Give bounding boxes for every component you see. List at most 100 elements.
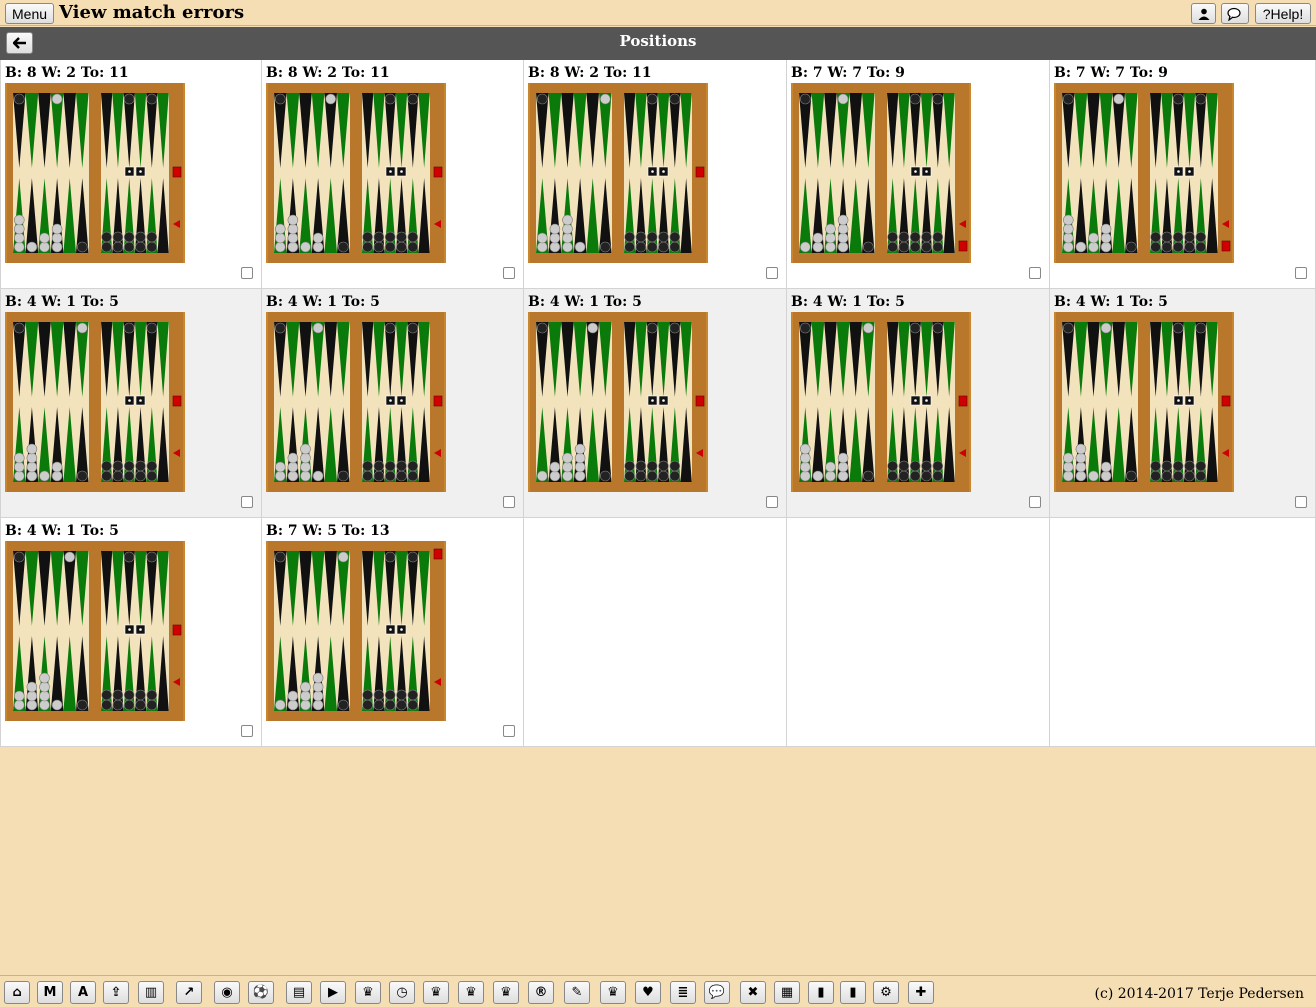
eye-button[interactable]: ◉ (214, 981, 240, 1004)
edit-button[interactable]: ✎ (564, 981, 590, 1004)
position-cell: B: 4 W: 1 To: 5 (0, 289, 262, 518)
trophy-button[interactable]: ♛ (600, 981, 626, 1004)
position-label: B: 4 W: 1 To: 5 (791, 294, 905, 310)
trophy-button[interactable]: ♛ (423, 981, 449, 1004)
position-checkbox[interactable] (503, 496, 515, 508)
position-cell: B: 4 W: 1 To: 5 (262, 289, 524, 518)
position-cell (1050, 518, 1316, 747)
database-icon: ≣ (677, 985, 689, 1000)
chat-button[interactable]: 💬 (704, 981, 730, 1004)
line-chart-icon: ↗ (183, 985, 195, 1000)
position-label: B: 4 W: 1 To: 5 (266, 294, 380, 310)
user-icon (1198, 8, 1209, 20)
upload-icon: ⇪ (110, 985, 122, 1000)
position-cell: B: 8 W: 2 To: 11 (262, 60, 524, 289)
footer-toolbar: ⌂ M A ⇪ ▥ ↗ ◉ ⚽ ▤ ▶ ♛ ◷ ♛ ♛ ♛ ® ✎ ♛ ♥ ≣ 💬 ✖ ▦ ▮ ▮ ⚙ ✚ (c) 2014-201… (0, 975, 1316, 1007)
archive-icon: ▤ (292, 985, 306, 1000)
position-label: B: 4 W: 1 To: 5 (5, 523, 119, 539)
edit-icon: ✎ (571, 985, 583, 1000)
bookmark-icon: ▮ (817, 985, 825, 1000)
plus-button[interactable]: ✚ (908, 981, 934, 1004)
backgammon-board-image[interactable] (266, 312, 446, 492)
position-checkbox[interactable] (766, 267, 778, 279)
chat-button[interactable] (1221, 3, 1249, 24)
backgammon-board-image[interactable] (1054, 312, 1234, 492)
position-checkbox[interactable] (241, 496, 253, 508)
position-cell: B: 4 W: 1 To: 5 (0, 518, 262, 747)
clock-button[interactable]: ◷ (389, 981, 415, 1004)
position-label: B: 8 W: 2 To: 11 (5, 65, 129, 81)
soccer-ball-icon: ⚽ (252, 985, 270, 1000)
film-icon: ▦ (780, 985, 794, 1000)
position-checkbox[interactable] (503, 725, 515, 737)
positions-title: Positions (619, 32, 697, 50)
position-label: B: 4 W: 1 To: 5 (1054, 294, 1168, 310)
help-button[interactable]: ?Help! (1255, 3, 1311, 24)
position-checkbox[interactable] (1295, 496, 1307, 508)
position-checkbox[interactable] (241, 725, 253, 737)
backgammon-board-image[interactable] (791, 312, 971, 492)
heart-button[interactable]: ♥ (635, 981, 661, 1004)
close-icon: ✖ (747, 985, 759, 1000)
film-button[interactable]: ▦ (774, 981, 800, 1004)
position-cell: B: 4 W: 1 To: 5 (787, 289, 1050, 518)
plus-icon: ✚ (915, 985, 927, 1000)
position-label: B: 4 W: 1 To: 5 (5, 294, 119, 310)
position-cell: B: 7 W: 7 To: 9 (1050, 60, 1316, 289)
database-button[interactable]: ≣ (670, 981, 696, 1004)
menu-button[interactable]: Menu (5, 3, 55, 24)
registered-button[interactable]: ® (528, 981, 554, 1004)
bookmark-icon: ▮ (849, 985, 857, 1000)
m-button-button[interactable]: M (37, 981, 63, 1004)
close-button[interactable]: ✖ (740, 981, 766, 1004)
backgammon-board-image[interactable] (266, 541, 446, 721)
position-checkbox[interactable] (241, 267, 253, 279)
bar-chart-icon: ▥ (144, 985, 158, 1000)
position-label: B: 7 W: 7 To: 9 (1054, 65, 1168, 81)
backgammon-board-image[interactable] (266, 83, 446, 263)
top-bar: Menu View match errors ?Help! (0, 0, 1316, 26)
trophy-icon: ♛ (430, 985, 442, 1000)
positions-grid: B: 8 W: 2 To: 11 B: 8 W: 2 To: 11 B: 8 W: … (0, 60, 1316, 747)
backgammon-board-image[interactable] (5, 541, 185, 721)
position-checkbox[interactable] (1029, 496, 1041, 508)
position-cell: B: 4 W: 1 To: 5 (1050, 289, 1316, 518)
bookmark-button[interactable]: ▮ (808, 981, 834, 1004)
position-checkbox[interactable] (1029, 267, 1041, 279)
position-cell: B: 7 W: 5 To: 13 (262, 518, 524, 747)
a-button-button[interactable]: A (70, 981, 96, 1004)
position-checkbox[interactable] (1295, 267, 1307, 279)
position-label: B: 8 W: 2 To: 11 (266, 65, 390, 81)
soccer-ball-button[interactable]: ⚽ (248, 981, 274, 1004)
play-button[interactable]: ▶ (320, 981, 346, 1004)
backgammon-board-image[interactable] (5, 83, 185, 263)
archive-button[interactable]: ▤ (286, 981, 312, 1004)
line-chart-button[interactable]: ↗ (176, 981, 202, 1004)
position-checkbox[interactable] (766, 496, 778, 508)
copyright: (c) 2014-2017 Terje Pedersen (1094, 986, 1304, 1002)
home-button[interactable]: ⌂ (4, 981, 30, 1004)
backgammon-board-image[interactable] (791, 83, 971, 263)
backgammon-board-image[interactable] (5, 312, 185, 492)
position-checkbox[interactable] (503, 267, 515, 279)
position-label: B: 8 W: 2 To: 11 (528, 65, 652, 81)
bookmark-button[interactable]: ▮ (840, 981, 866, 1004)
position-cell: B: 7 W: 7 To: 9 (787, 60, 1050, 289)
page-title: View match errors (59, 2, 245, 23)
position-label: B: 4 W: 1 To: 5 (528, 294, 642, 310)
backgammon-board-image[interactable] (1054, 83, 1234, 263)
bar-chart-button[interactable]: ▥ (138, 981, 164, 1004)
upload-button[interactable]: ⇪ (103, 981, 129, 1004)
position-cell (524, 518, 787, 747)
user-button[interactable] (1191, 3, 1216, 24)
clock-icon: ◷ (396, 985, 408, 1000)
backgammon-board-image[interactable] (528, 312, 708, 492)
positions-header: Positions (0, 27, 1316, 60)
backgammon-board-image[interactable] (528, 83, 708, 263)
trophy-button[interactable]: ♛ (355, 981, 381, 1004)
trophy-button[interactable]: ♛ (458, 981, 484, 1004)
settings-button[interactable]: ⚙ (873, 981, 899, 1004)
settings-icon: ⚙ (880, 985, 892, 1000)
position-cell: B: 8 W: 2 To: 11 (0, 60, 262, 289)
trophy-button[interactable]: ♛ (493, 981, 519, 1004)
